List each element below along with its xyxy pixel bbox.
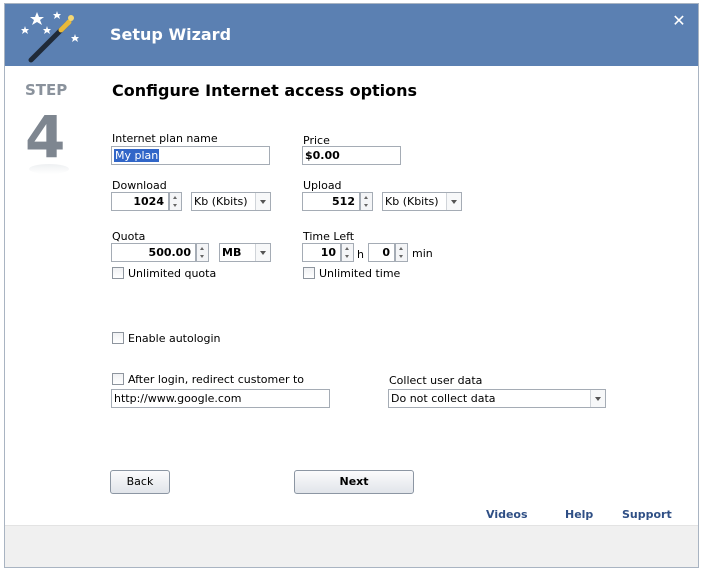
minutes-spinner[interactable]: [395, 243, 408, 262]
quota-unit-value: MB: [222, 246, 242, 259]
collect-user-data-label: Collect user data: [389, 374, 483, 387]
upload-input[interactable]: 512: [302, 192, 360, 211]
footer-bar: [5, 525, 698, 567]
enable-autologin-label: Enable autologin: [128, 332, 221, 345]
window-title: Setup Wizard: [110, 25, 232, 44]
spin-down-icon[interactable]: [342, 253, 353, 261]
plan-name-input[interactable]: My plan: [111, 146, 270, 165]
magic-wand-icon: [17, 8, 85, 64]
collect-user-data-value: Do not collect data: [391, 392, 496, 405]
page-title: Configure Internet access options: [112, 81, 418, 100]
hours-unit-label: h: [357, 248, 364, 261]
chevron-down-icon: [255, 193, 270, 210]
upload-label: Upload: [303, 179, 342, 192]
time-left-label: Time Left: [303, 230, 355, 243]
collect-user-data-select[interactable]: Do not collect data: [388, 389, 606, 408]
price-input[interactable]: $0.00: [302, 146, 401, 165]
chevron-down-icon: [446, 193, 461, 210]
setup-wizard-window: Setup Wizard ✕ STEP 4 Configure Internet…: [4, 3, 699, 568]
chevron-down-icon: [255, 244, 270, 261]
chevron-down-icon: [590, 390, 605, 407]
redirect-label: After login, redirect customer to: [128, 373, 305, 386]
redirect-url-input[interactable]: http://www.google.com: [111, 389, 330, 408]
spin-down-icon[interactable]: [170, 202, 181, 210]
spin-down-icon[interactable]: [396, 253, 407, 261]
time-left-minutes-input[interactable]: 0: [368, 243, 395, 262]
unlimited-quota-label: Unlimited quota: [128, 267, 217, 280]
spin-up-icon[interactable]: [361, 193, 372, 201]
plan-name-label: Internet plan name: [112, 132, 218, 145]
spin-down-icon[interactable]: [361, 202, 372, 210]
enable-autologin-checkbox[interactable]: [112, 332, 124, 344]
time-left-hours-input[interactable]: 10: [302, 243, 341, 262]
unlimited-time-checkbox[interactable]: [303, 267, 315, 279]
upload-spinner[interactable]: [360, 192, 373, 211]
back-button[interactable]: Back: [110, 470, 170, 494]
title-bar: Setup Wizard ✕: [5, 4, 698, 66]
videos-link[interactable]: Videos: [486, 508, 528, 521]
download-input[interactable]: 1024: [111, 192, 169, 211]
download-spinner[interactable]: [169, 192, 182, 211]
close-button[interactable]: ✕: [669, 11, 689, 31]
close-icon: ✕: [672, 11, 686, 30]
unlimited-quota-checkbox[interactable]: [112, 267, 124, 279]
step-number-reflection: [29, 164, 69, 174]
quota-label: Quota: [112, 230, 146, 243]
spin-up-icon[interactable]: [342, 244, 353, 252]
upload-unit-select[interactable]: Kb (Kbits): [382, 192, 462, 211]
spin-up-icon[interactable]: [197, 244, 208, 252]
plan-name-value: My plan: [114, 149, 160, 162]
minutes-unit-label: min: [412, 247, 433, 260]
download-unit-value: Kb (Kbits): [194, 195, 248, 208]
step-label: STEP: [25, 81, 68, 99]
download-label: Download: [112, 179, 167, 192]
help-link[interactable]: Help: [565, 508, 593, 521]
spin-up-icon[interactable]: [170, 193, 181, 201]
unlimited-time-label: Unlimited time: [319, 267, 401, 280]
spin-down-icon[interactable]: [197, 253, 208, 261]
spin-up-icon[interactable]: [396, 244, 407, 252]
redirect-checkbox[interactable]: [112, 373, 124, 385]
hours-spinner[interactable]: [341, 243, 354, 262]
support-link[interactable]: Support: [622, 508, 672, 521]
quota-input[interactable]: 500.00: [111, 243, 196, 262]
download-unit-select[interactable]: Kb (Kbits): [191, 192, 271, 211]
quota-unit-select[interactable]: MB: [219, 243, 271, 262]
upload-unit-value: Kb (Kbits): [385, 195, 439, 208]
next-button[interactable]: Next: [294, 470, 414, 494]
step-number: 4: [25, 103, 66, 171]
quota-spinner[interactable]: [196, 243, 209, 262]
